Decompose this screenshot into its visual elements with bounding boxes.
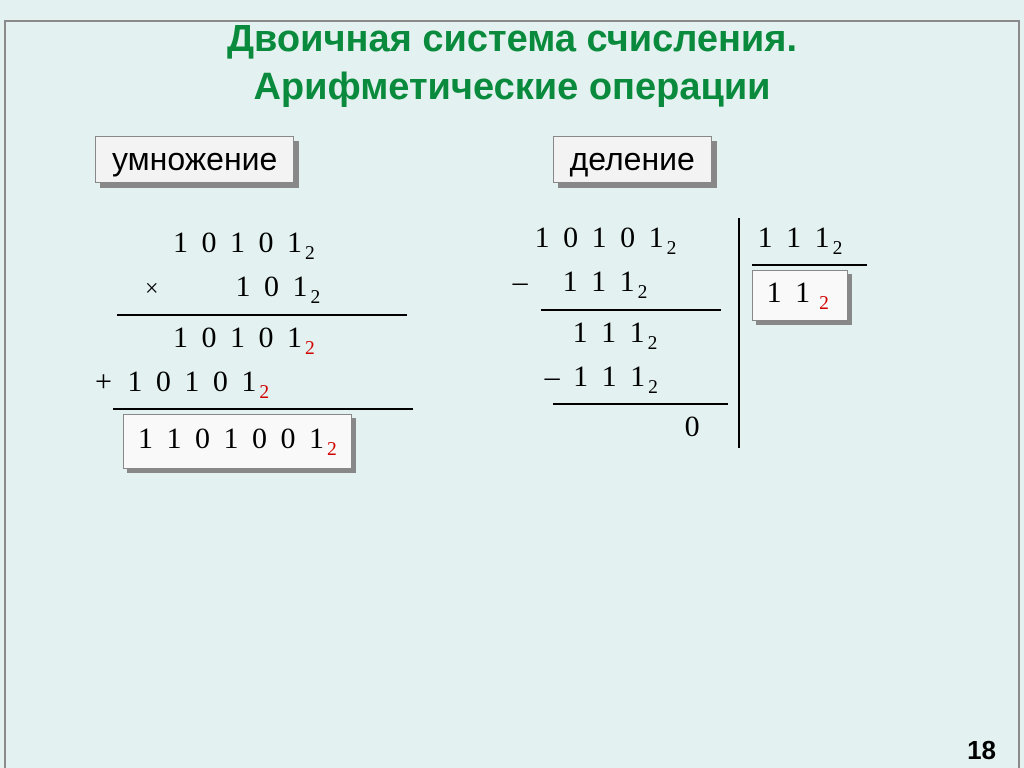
page-number: 18 <box>967 735 996 766</box>
